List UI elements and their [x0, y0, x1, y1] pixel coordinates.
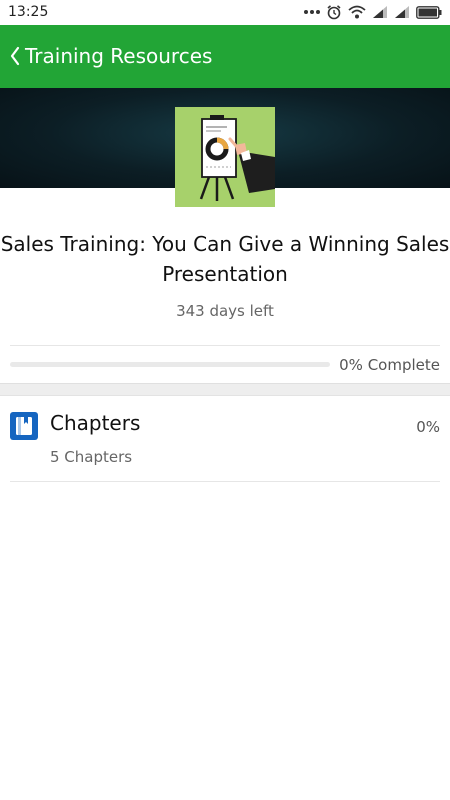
signal-icon: [373, 6, 387, 18]
chapters-title: Chapters: [50, 411, 141, 435]
chapters-count: 5 Chapters: [50, 448, 133, 466]
alarm-icon: [327, 5, 341, 20]
chevron-left-icon[interactable]: [8, 45, 22, 67]
course-thumbnail: [175, 107, 275, 207]
chapters-row[interactable]: Chapters 5 Chapters 0%: [0, 397, 450, 481]
wifi-icon: [348, 5, 366, 19]
status-bar: 13:25: [0, 0, 450, 25]
days-left: 343 days left: [176, 302, 274, 320]
battery-icon: [416, 5, 442, 19]
presentation-easel-illustration: [175, 107, 275, 207]
divider: [10, 345, 440, 346]
progress-label: 0% Complete: [339, 356, 440, 374]
chapters-percent: 0%: [416, 418, 440, 436]
course-title: Sales Training: You Can Give a Winning S…: [0, 232, 450, 286]
app-bar: Training Resources: [0, 25, 450, 88]
signal-icon: [395, 6, 409, 18]
divider: [10, 481, 440, 482]
page-title: Training Resources: [25, 44, 213, 68]
more-dots-icon: [304, 10, 320, 14]
status-time: 13:25: [8, 4, 49, 20]
progress-bar: [10, 362, 330, 367]
status-icons: [304, 4, 442, 20]
book-icon: [10, 412, 38, 440]
section-separator: [0, 383, 450, 396]
